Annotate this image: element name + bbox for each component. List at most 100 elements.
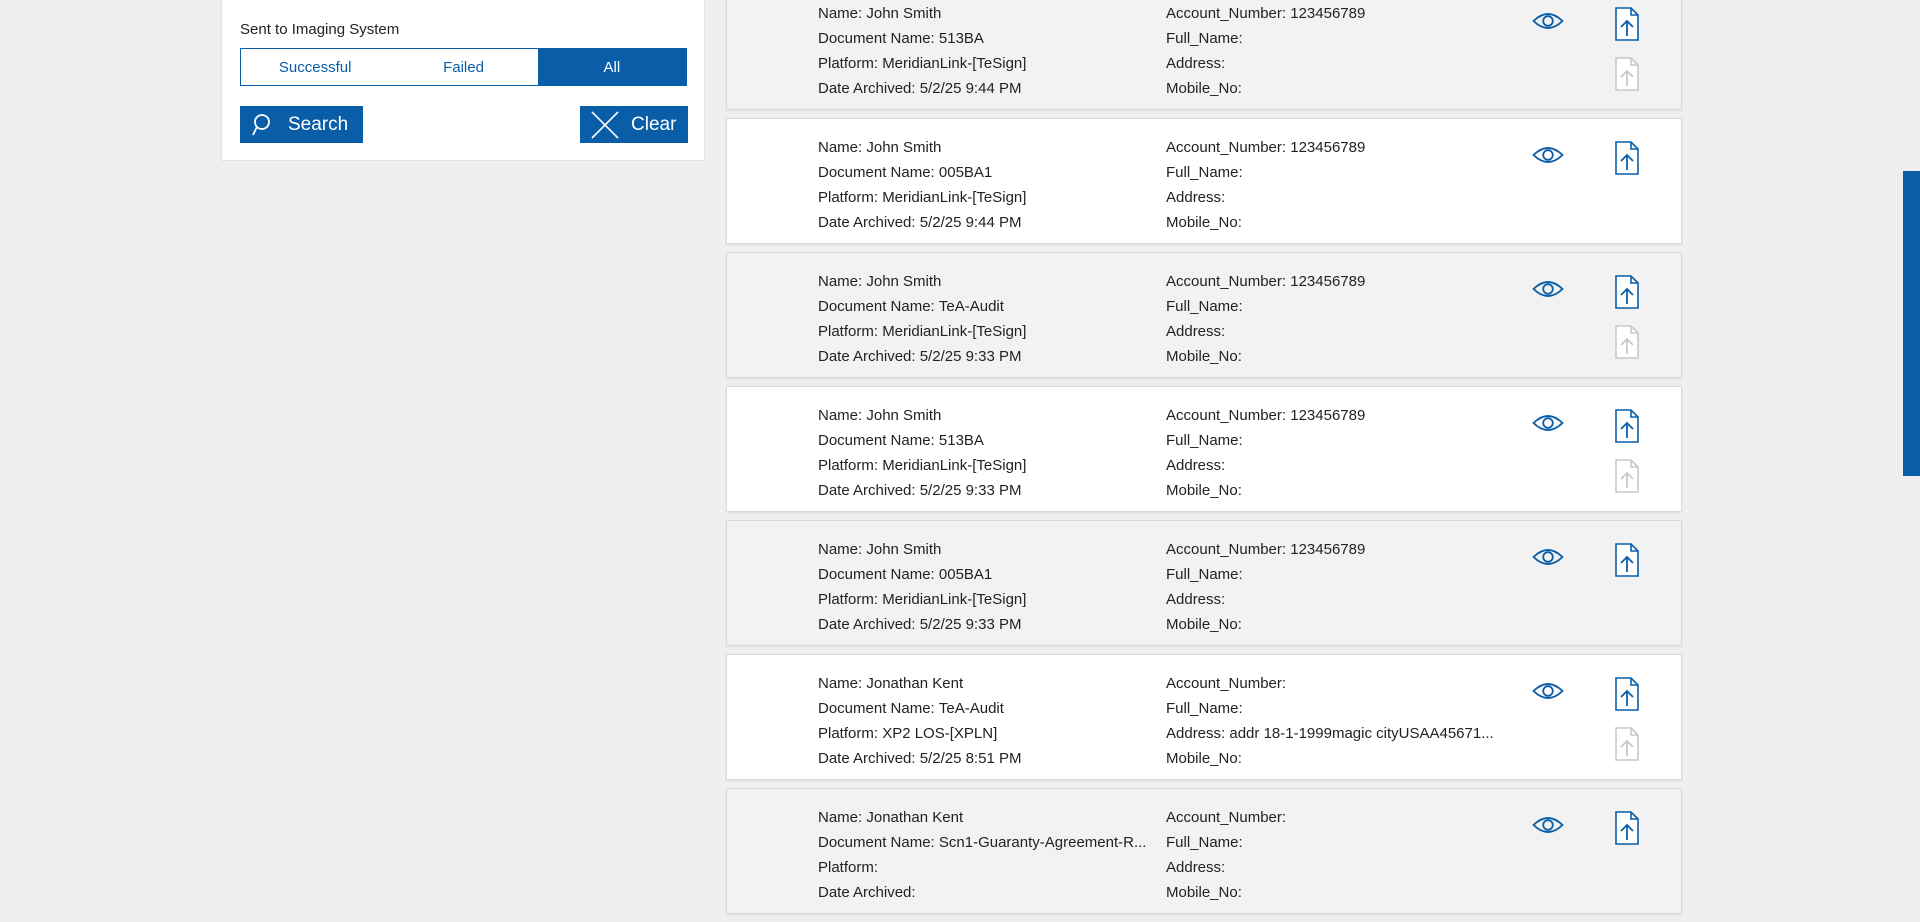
full-name-label: Full_Name:	[1166, 30, 1243, 47]
upload-disabled-icon	[1614, 727, 1640, 766]
document-name-line: Document Name: 513BA	[818, 428, 1026, 453]
platform-line: Platform: MeridianLink-[TeSign]	[818, 319, 1026, 344]
date-archived-line: Date Archived: 5/2/25 8:51 PM	[818, 746, 1021, 771]
upload-disabled-icon	[1614, 57, 1640, 96]
account-number-label: Account_Number:	[1166, 407, 1291, 424]
address-line: Address:	[1166, 319, 1365, 344]
mobile-label: Mobile_No:	[1166, 80, 1242, 97]
document-card: Name: John Smith Document Name: TeA-Audit…	[726, 252, 1682, 378]
search-button-label: Search	[288, 113, 349, 135]
document-name-value: 513BA	[938, 432, 984, 449]
mobile-label: Mobile_No:	[1166, 214, 1242, 231]
name-value: John Smith	[866, 407, 942, 424]
account-number-line: Account_Number: 123456789	[1166, 403, 1365, 428]
date-archived-value: 5/2/25 9:33 PM	[919, 348, 1022, 365]
view-eye-icon[interactable]	[1532, 11, 1564, 36]
platform-value: MeridianLink-[TeSign]	[882, 189, 1027, 206]
view-eye-icon[interactable]	[1532, 681, 1564, 706]
document-name-line: Document Name: 005BA1	[818, 562, 1026, 587]
name-label: Name:	[818, 5, 867, 22]
full-name-line: Full_Name:	[1166, 26, 1365, 51]
upload-file-icon[interactable]	[1614, 7, 1640, 46]
account-number-line: Account_Number: 123456789	[1166, 537, 1365, 562]
name-label: Name:	[818, 675, 867, 692]
account-number-line: Account_Number: 123456789	[1166, 1, 1365, 26]
scrollbar-thumb[interactable]	[1903, 171, 1920, 476]
full-name-label: Full_Name:	[1166, 432, 1243, 449]
document-info: Name: Jonathan Kent Document Name: Scn1-G…	[818, 805, 1146, 905]
upload-file-icon[interactable]	[1614, 409, 1640, 448]
filter-successful-option[interactable]: Successful	[241, 49, 389, 85]
document-name-label: Document Name:	[818, 298, 939, 315]
document-name-value: TeA-Audit	[938, 298, 1004, 315]
document-name-label: Document Name:	[818, 432, 939, 449]
account-number-value: 123456789	[1290, 5, 1366, 22]
date-archived-label: Date Archived:	[818, 616, 920, 633]
upload-file-icon[interactable]	[1614, 543, 1640, 582]
mobile-label: Mobile_No:	[1166, 750, 1242, 767]
view-eye-icon[interactable]	[1532, 815, 1564, 840]
full-name-line: Full_Name:	[1166, 696, 1494, 721]
search-icon	[252, 113, 270, 135]
full-name-label: Full_Name:	[1166, 834, 1243, 851]
address-label: Address:	[1166, 859, 1230, 876]
full-name-line: Full_Name:	[1166, 428, 1365, 453]
address-label: Address:	[1166, 55, 1230, 72]
name-value: John Smith	[866, 273, 942, 290]
account-number-label: Account_Number:	[1166, 5, 1291, 22]
upload-file-icon[interactable]	[1614, 677, 1640, 716]
platform-label: Platform:	[818, 591, 883, 608]
name-line: Name: John Smith	[818, 135, 1026, 160]
date-archived-value: 5/2/25 9:33 PM	[919, 482, 1022, 499]
address-line: Address:	[1166, 587, 1365, 612]
full-name-line: Full_Name:	[1166, 160, 1365, 185]
view-eye-icon[interactable]	[1532, 145, 1564, 170]
upload-file-icon[interactable]	[1614, 141, 1640, 180]
document-info: Name: Jonathan Kent Document Name: TeA-Au…	[818, 671, 1021, 771]
address-value: addr 18-1-1999magic cityUSAA45671...	[1229, 725, 1494, 742]
full-name-line: Full_Name:	[1166, 294, 1365, 319]
view-eye-icon[interactable]	[1532, 279, 1564, 304]
full-name-label: Full_Name:	[1166, 298, 1243, 315]
view-eye-icon[interactable]	[1532, 413, 1564, 438]
document-info: Name: John Smith Document Name: 005BA1 Pla…	[818, 537, 1026, 637]
mobile-line: Mobile_No:	[1166, 612, 1365, 637]
upload-disabled-icon	[1614, 325, 1640, 364]
close-icon	[591, 110, 619, 139]
platform-value: MeridianLink-[TeSign]	[882, 591, 1027, 608]
platform-label: Platform:	[818, 55, 883, 72]
document-name-line: Document Name: Scn1-Guaranty-Agreement-R…	[818, 830, 1146, 855]
document-card: Name: John Smith Document Name: 513BA Plat…	[726, 0, 1682, 110]
full-name-label: Full_Name:	[1166, 164, 1243, 181]
upload-file-icon[interactable]	[1614, 811, 1640, 850]
platform-value: MeridianLink-[TeSign]	[882, 323, 1027, 340]
mobile-line: Mobile_No:	[1166, 210, 1365, 235]
filter-all-option[interactable]: All	[537, 49, 686, 85]
view-eye-icon[interactable]	[1532, 547, 1564, 572]
search-button[interactable]: Search	[240, 106, 363, 143]
name-label: Name:	[818, 541, 867, 558]
account-number-label: Account_Number:	[1166, 809, 1287, 826]
name-line: Name: John Smith	[818, 269, 1026, 294]
date-archived-value: 5/2/25 9:44 PM	[919, 80, 1022, 97]
date-archived-line: Date Archived:	[818, 880, 1146, 905]
name-value: John Smith	[866, 5, 942, 22]
mobile-label: Mobile_No:	[1166, 616, 1242, 633]
date-archived-label: Date Archived:	[818, 750, 920, 767]
name-label: Name:	[818, 139, 867, 156]
mobile-label: Mobile_No:	[1166, 348, 1242, 365]
platform-label: Platform:	[818, 859, 879, 876]
document-name-value: 005BA1	[938, 566, 993, 583]
address-line: Address: addr 18-1-1999magic cityUSAA456…	[1166, 721, 1494, 746]
date-archived-line: Date Archived: 5/2/25 9:33 PM	[818, 344, 1026, 369]
imaging-filter-label: Sent to Imaging System	[240, 21, 400, 38]
filter-failed-option[interactable]: Failed	[389, 49, 537, 85]
account-number-value: 123456789	[1290, 139, 1366, 156]
upload-file-icon[interactable]	[1614, 275, 1640, 314]
account-info: Account_Number: 123456789 Full_Name: Addre…	[1166, 403, 1365, 503]
address-label: Address:	[1166, 725, 1230, 742]
clear-button[interactable]: Clear	[580, 106, 688, 143]
full-name-line: Full_Name:	[1166, 562, 1365, 587]
document-card: Name: Jonathan Kent Document Name: TeA-Au…	[726, 654, 1682, 780]
platform-label: Platform:	[818, 725, 883, 742]
